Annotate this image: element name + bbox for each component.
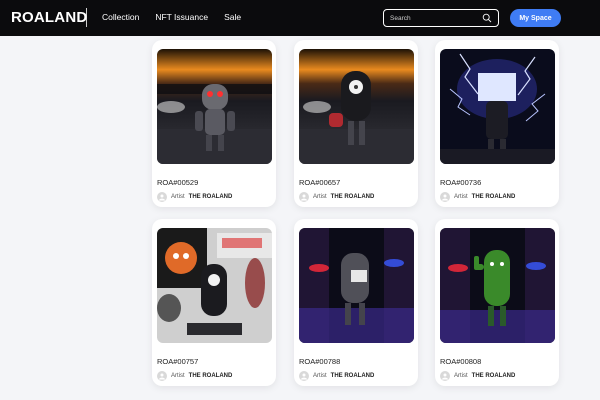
nft-thumbnail[interactable] bbox=[440, 228, 555, 343]
nft-thumbnail[interactable] bbox=[299, 49, 414, 164]
artist-label: Artist bbox=[454, 194, 468, 200]
artist-name[interactable]: THE ROALAND bbox=[189, 194, 233, 200]
nft-thumbnail[interactable] bbox=[157, 228, 272, 343]
artist-row: Artist THE ROALAND bbox=[299, 371, 374, 381]
main-nav: Collection NFT Issuance Sale bbox=[102, 12, 241, 22]
nft-card[interactable]: ROA#00808 Artist THE ROALAND bbox=[435, 219, 559, 386]
nft-thumbnail[interactable] bbox=[440, 49, 555, 164]
artist-name[interactable]: THE ROALAND bbox=[331, 373, 375, 379]
search-input[interactable] bbox=[390, 14, 482, 22]
artist-name[interactable]: THE ROALAND bbox=[331, 194, 375, 200]
artist-row: Artist THE ROALAND bbox=[440, 192, 515, 202]
avatar bbox=[440, 192, 450, 202]
nav-nft-issuance[interactable]: NFT Issuance bbox=[155, 12, 208, 22]
nav-sale[interactable]: Sale bbox=[224, 12, 241, 22]
header-divider bbox=[86, 8, 87, 27]
nft-thumbnail[interactable] bbox=[157, 49, 272, 164]
user-icon bbox=[442, 373, 448, 380]
nft-card[interactable]: ROA#00736 Artist THE ROALAND bbox=[435, 40, 559, 207]
search-icon[interactable] bbox=[482, 13, 492, 23]
artist-row: Artist THE ROALAND bbox=[440, 371, 515, 381]
nft-card[interactable]: ROA#00657 Artist THE ROALAND bbox=[294, 40, 418, 207]
nft-id: ROA#00808 bbox=[440, 357, 482, 366]
user-icon bbox=[301, 194, 307, 201]
artist-name[interactable]: THE ROALAND bbox=[189, 373, 233, 379]
user-icon bbox=[301, 373, 307, 380]
avatar bbox=[299, 192, 309, 202]
artist-row: Artist THE ROALAND bbox=[157, 192, 232, 202]
user-icon bbox=[159, 194, 165, 201]
nft-card[interactable]: ROA#00529 Artist THE ROALAND bbox=[152, 40, 276, 207]
artist-name[interactable]: THE ROALAND bbox=[472, 373, 516, 379]
artist-label: Artist bbox=[171, 194, 185, 200]
search-box[interactable] bbox=[383, 9, 499, 27]
nft-card[interactable]: ROA#00788 Artist THE ROALAND bbox=[294, 219, 418, 386]
my-space-button[interactable]: My Space bbox=[510, 9, 561, 27]
avatar bbox=[299, 371, 309, 381]
artist-name[interactable]: THE ROALAND bbox=[472, 194, 516, 200]
artist-label: Artist bbox=[313, 373, 327, 379]
artist-row: Artist THE ROALAND bbox=[157, 371, 232, 381]
nft-id: ROA#00788 bbox=[299, 357, 341, 366]
artist-label: Artist bbox=[454, 373, 468, 379]
top-header: ROALAND Collection NFT Issuance Sale My … bbox=[0, 0, 600, 36]
nav-collection[interactable]: Collection bbox=[102, 12, 139, 22]
avatar bbox=[157, 371, 167, 381]
nft-id: ROA#00529 bbox=[157, 178, 199, 187]
artist-label: Artist bbox=[171, 373, 185, 379]
logo[interactable]: ROALAND bbox=[11, 9, 87, 26]
nft-id: ROA#00757 bbox=[157, 357, 199, 366]
artist-row: Artist THE ROALAND bbox=[299, 192, 374, 202]
user-icon bbox=[442, 194, 448, 201]
avatar bbox=[157, 192, 167, 202]
artist-label: Artist bbox=[313, 194, 327, 200]
user-icon bbox=[159, 373, 165, 380]
nft-card[interactable]: ROA#00757 Artist THE ROALAND bbox=[152, 219, 276, 386]
nft-thumbnail[interactable] bbox=[299, 228, 414, 343]
avatar bbox=[440, 371, 450, 381]
nft-id: ROA#00736 bbox=[440, 178, 482, 187]
nft-id: ROA#00657 bbox=[299, 178, 341, 187]
